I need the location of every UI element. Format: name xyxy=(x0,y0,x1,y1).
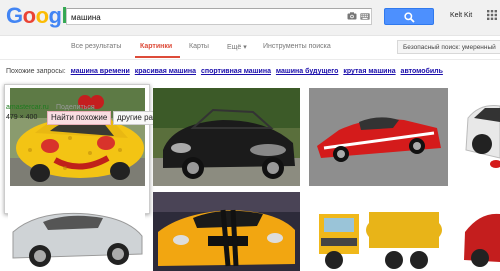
active-tab-underline xyxy=(135,56,180,58)
image-result-red-car[interactable] xyxy=(460,192,500,271)
tab-all-results[interactable]: Все результаты xyxy=(71,43,121,50)
related-label: Похожие запросы: xyxy=(6,68,66,75)
search-button[interactable] xyxy=(384,8,434,25)
image-size: 479 × 400 xyxy=(6,114,38,121)
camera-icon[interactable] xyxy=(347,12,357,20)
image-source-site[interactable]: amastercar.ru xyxy=(6,104,49,111)
page: Google Kelt Ki xyxy=(0,0,500,271)
image-result-red-ferrari[interactable] xyxy=(309,88,448,186)
nav-bar: Все результаты Картинки Карты Ещё ▾ Инст… xyxy=(0,36,500,60)
related-link[interactable]: машина будущего xyxy=(276,68,338,75)
image-result-white-car[interactable] xyxy=(460,88,500,186)
related-link[interactable]: крутая машина xyxy=(343,68,395,75)
image-result-flower-car[interactable] xyxy=(10,88,145,186)
related-searches: Похожие запросы: машина времени красивая… xyxy=(6,68,443,75)
tab-maps[interactable]: Карты xyxy=(189,43,209,50)
find-similar-button[interactable]: Найти похожие xyxy=(47,111,112,125)
tab-more[interactable]: Ещё ▾ xyxy=(227,43,247,51)
apps-icon[interactable] xyxy=(487,10,497,20)
tab-search-tools[interactable]: Инструменты поиска xyxy=(263,43,331,50)
top-bar: Google Kelt Ki xyxy=(0,0,500,36)
search-icon xyxy=(404,12,415,23)
search-input[interactable] xyxy=(71,10,341,24)
image-result-yellow-mustang[interactable] xyxy=(153,192,300,271)
tab-images[interactable]: Картинки xyxy=(140,43,172,50)
user-name[interactable]: Kelt Kit xyxy=(450,12,472,19)
safesearch-dropdown[interactable]: Безопасный поиск: умеренный xyxy=(397,40,500,54)
search-box xyxy=(66,8,372,25)
related-link[interactable]: машина времени xyxy=(71,68,130,75)
related-link[interactable]: автомобиль xyxy=(401,68,443,75)
image-result-black-convertible[interactable] xyxy=(153,88,300,186)
image-result-tanker-truck[interactable] xyxy=(309,192,448,271)
image-result-silver-car[interactable] xyxy=(8,192,145,271)
related-link[interactable]: спортивная машина xyxy=(201,68,271,75)
keyboard-icon[interactable] xyxy=(360,13,370,20)
related-link[interactable]: красивая машина xyxy=(135,68,196,75)
share-link[interactable]: Поделиться xyxy=(56,104,95,111)
